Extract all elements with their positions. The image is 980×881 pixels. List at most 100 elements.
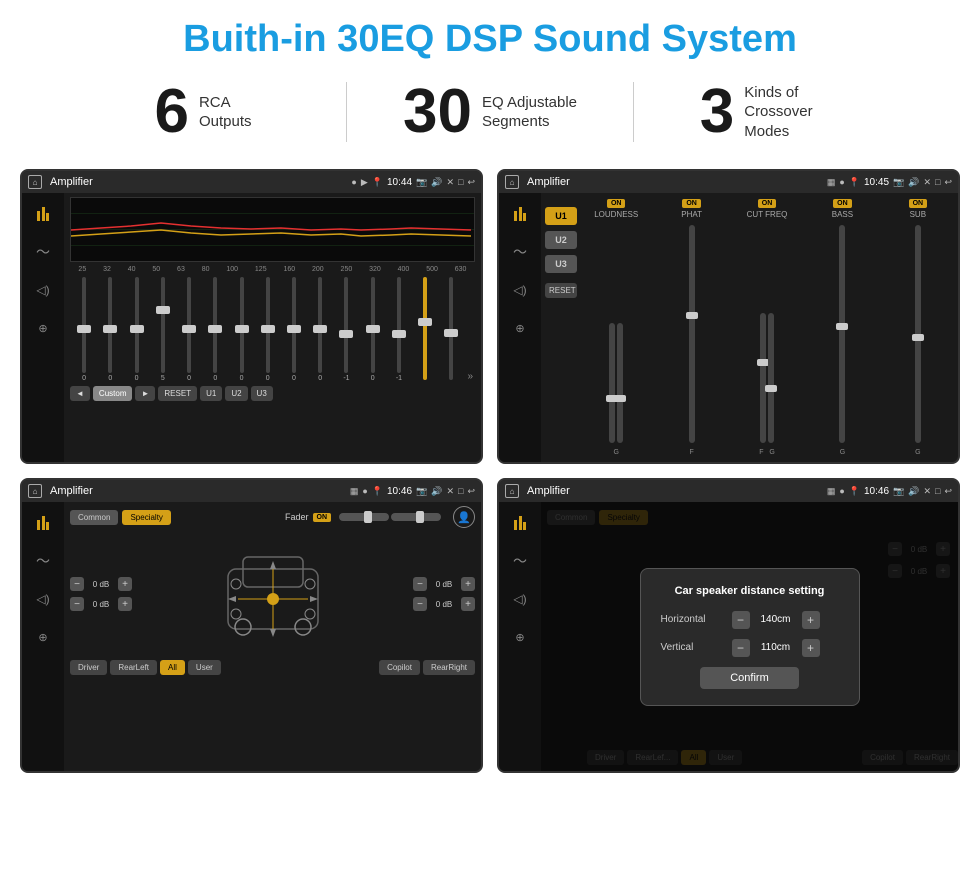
eq-val-7: 0 — [240, 375, 244, 382]
rearright-btn[interactable]: RearRight — [423, 660, 475, 675]
db-plus-3[interactable]: + — [461, 577, 475, 591]
rearleft-btn[interactable]: RearLeft — [110, 660, 157, 675]
eq2-sidebar-icon[interactable] — [507, 201, 533, 227]
user-btn[interactable]: User — [188, 660, 221, 675]
prev-button[interactable]: ◄ — [70, 386, 90, 401]
common-tab[interactable]: Common — [70, 510, 118, 525]
horizontal-minus-btn[interactable]: − — [732, 611, 750, 629]
spread4-sidebar-icon[interactable]: ⊕ — [507, 624, 533, 650]
vertical-plus-btn[interactable]: + — [802, 639, 820, 657]
next-button[interactable]: ► — [135, 386, 155, 401]
eq-slider-9[interactable]: 0 — [282, 277, 306, 382]
vol3-sidebar-icon[interactable]: ◁) — [30, 586, 56, 612]
eq-slider-12[interactable]: 0 — [361, 277, 385, 382]
eq-sidebar-icon[interactable] — [30, 201, 56, 227]
wave4-sidebar-icon[interactable]: 〜 — [507, 548, 533, 574]
spread3-sidebar-icon[interactable]: ⊕ — [30, 624, 56, 650]
eq-slider-13[interactable]: -1 — [387, 277, 411, 382]
eq-slider-2[interactable]: 0 — [98, 277, 122, 382]
fader-slider1[interactable] — [339, 513, 389, 521]
eq-slider-5[interactable]: 0 — [177, 277, 201, 382]
home-icon-2[interactable]: ⌂ — [505, 175, 519, 189]
vol-sidebar-icon[interactable]: ◁) — [30, 277, 56, 303]
sq4-icon: □ — [935, 486, 940, 496]
wave2-sidebar-icon[interactable]: 〜 — [507, 239, 533, 265]
custom-button[interactable]: Custom — [93, 386, 133, 401]
home-icon[interactable]: ⌂ — [28, 175, 42, 189]
db-plus-4[interactable]: + — [461, 597, 475, 611]
wave3-sidebar-icon[interactable]: 〜 — [30, 548, 56, 574]
home-icon-4[interactable]: ⌂ — [505, 484, 519, 498]
db-minus-4[interactable]: − — [413, 597, 427, 611]
eq-thumb-15 — [444, 329, 458, 337]
amp-controls: ON LOUDNESS G — [580, 197, 954, 458]
freq-32: 32 — [103, 266, 111, 273]
eq-slider-8[interactable]: 0 — [256, 277, 280, 382]
eq-slider-10[interactable]: 0 — [308, 277, 332, 382]
eq-val-2: 0 — [108, 375, 112, 382]
vol4-sidebar-icon[interactable]: ◁) — [507, 586, 533, 612]
driver-btn[interactable]: Driver — [70, 660, 107, 675]
fader-thumb2 — [416, 511, 424, 523]
eq-slider-14[interactable] — [413, 277, 437, 382]
u3-button[interactable]: U3 — [251, 386, 273, 401]
db-plus-2[interactable]: + — [118, 597, 132, 611]
eq-slider-4[interactable]: 5 — [151, 277, 175, 382]
eq-slider-15[interactable] — [439, 277, 463, 382]
horizontal-plus-btn[interactable]: + — [802, 611, 820, 629]
specialty-tab[interactable]: Specialty — [122, 510, 170, 525]
grid4-icon: ▦ — [827, 486, 836, 497]
eq-slider-11[interactable]: -1 — [334, 277, 358, 382]
screen3-title: Amplifier — [50, 485, 346, 497]
phat-on-badge: ON — [682, 199, 701, 208]
cutfreq-slider1[interactable] — [760, 313, 766, 443]
db-plus-1[interactable]: + — [118, 577, 132, 591]
spread-sidebar-icon[interactable]: ⊕ — [30, 315, 56, 341]
eq-slider-7[interactable]: 0 — [229, 277, 253, 382]
u1-button[interactable]: U1 — [200, 386, 222, 401]
screen1-time: 10:44 — [387, 177, 412, 188]
home-icon-3[interactable]: ⌂ — [28, 484, 42, 498]
eq-track-6 — [213, 277, 217, 373]
cutfreq-slider2[interactable] — [768, 313, 774, 443]
u2-button[interactable]: U2 — [225, 386, 247, 401]
u2-inactive-btn[interactable]: U2 — [545, 231, 577, 249]
spread2-sidebar-icon[interactable]: ⊕ — [507, 315, 533, 341]
u-buttons-col: U1 U2 U3 RESET — [545, 197, 577, 458]
db-minus-2[interactable]: − — [70, 597, 84, 611]
reset-button[interactable]: RESET — [158, 386, 197, 401]
vol2-sidebar-icon[interactable]: ◁) — [507, 277, 533, 303]
eq-thumb-12 — [366, 325, 380, 333]
screen4-sidebar: 〜 ◁) ⊕ — [499, 502, 541, 771]
eq4-sidebar-icon[interactable] — [507, 510, 533, 536]
copilot-btn[interactable]: Copilot — [379, 660, 420, 675]
eq3-sidebar-icon[interactable] — [30, 510, 56, 536]
stat-rca: 6 RCAOutputs — [60, 81, 346, 143]
eq-slider-3[interactable]: 0 — [124, 277, 148, 382]
db-minus-1[interactable]: − — [70, 577, 84, 591]
x-icon: ✕ — [446, 177, 454, 188]
all-btn[interactable]: All — [160, 660, 185, 675]
db-minus-3[interactable]: − — [413, 577, 427, 591]
phat-slider[interactable] — [689, 225, 695, 443]
fader-slider2[interactable] — [391, 513, 441, 521]
back3-icon: ↩ — [467, 486, 475, 497]
screen1-icons: ● ▶ 📍 10:44 📷 🔊 ✕ □ ↩ — [351, 177, 475, 188]
u3-inactive-btn[interactable]: U3 — [545, 255, 577, 273]
loudness-slider2[interactable] — [617, 323, 623, 443]
eq-slider-6[interactable]: 0 — [203, 277, 227, 382]
loudness-slider[interactable] — [609, 323, 615, 443]
back-icon: ↩ — [467, 177, 475, 188]
reset-amp-btn[interactable]: RESET — [545, 283, 577, 298]
confirm-button[interactable]: Confirm — [700, 667, 799, 689]
db-value-1: 0 dB — [87, 580, 115, 589]
eq-track-5 — [187, 277, 191, 373]
bass-slider[interactable] — [839, 225, 845, 443]
eq-slider-1[interactable]: 0 — [72, 277, 96, 382]
u1-active-btn[interactable]: U1 — [545, 207, 577, 225]
wave-sidebar-icon[interactable]: 〜 — [30, 239, 56, 265]
screen4-time: 10:46 — [864, 486, 889, 497]
vertical-minus-btn[interactable]: − — [732, 639, 750, 657]
sub-slider[interactable] — [915, 225, 921, 443]
equalizer-icon — [37, 207, 49, 221]
